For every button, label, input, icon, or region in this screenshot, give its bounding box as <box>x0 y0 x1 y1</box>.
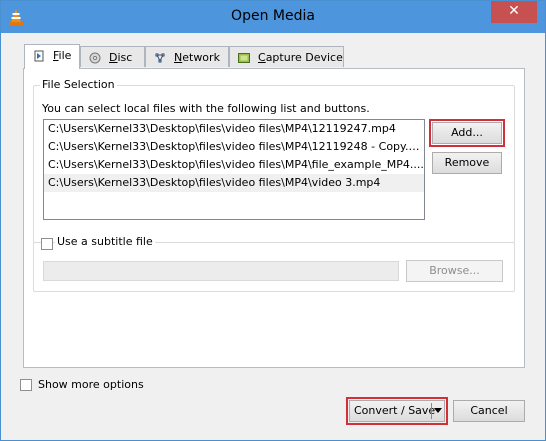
convert-dropdown-divider <box>431 403 432 419</box>
show-more-options-checkbox[interactable] <box>20 379 32 391</box>
remove-button[interactable]: Remove <box>432 152 502 174</box>
file-selection-title: File Selection <box>40 78 117 91</box>
convert-save-button[interactable]: Convert / Save <box>346 397 448 425</box>
list-item[interactable]: C:\Users\Kernel33\Desktop\files\video fi… <box>44 138 424 156</box>
disc-icon <box>89 52 101 64</box>
file-tab-panel: File Selection You can select local file… <box>23 68 525 368</box>
subtitle-checkbox[interactable] <box>41 238 53 250</box>
tab-network-label: Network <box>174 51 220 64</box>
close-button[interactable]: ✕ <box>491 1 537 23</box>
add-button[interactable]: Add... <box>429 119 505 147</box>
show-more-options-label[interactable]: Show more options <box>38 378 144 391</box>
tab-network[interactable]: Network <box>145 46 229 67</box>
list-item[interactable]: C:\Users\Kernel33\Desktop\files\video fi… <box>44 120 424 138</box>
file-selection-group: File Selection You can select local file… <box>33 78 515 243</box>
tab-file-label: File <box>53 49 72 62</box>
tab-capture-device-label: Capture Device <box>258 51 343 64</box>
list-item[interactable]: C:\Users\Kernel33\Desktop\files\video fi… <box>44 156 424 174</box>
tab-disc-label: Disc <box>109 51 133 64</box>
file-selection-description: You can select local files with the foll… <box>42 102 370 115</box>
open-media-dialog: Open Media ✕ File Disc Network Capture D… <box>0 0 546 441</box>
capture-device-icon <box>238 53 250 63</box>
convert-save-label: Convert / Save <box>354 404 436 417</box>
tab-file[interactable]: File <box>24 44 80 69</box>
subtitle-checkbox-label[interactable]: Use a subtitle file <box>55 235 155 248</box>
file-icon <box>34 50 44 62</box>
tab-capture-device[interactable]: Capture Device <box>229 46 344 67</box>
title-bar[interactable]: Open Media ✕ <box>1 1 545 33</box>
cancel-button[interactable]: Cancel <box>453 400 525 422</box>
tab-disc[interactable]: Disc <box>80 46 145 67</box>
subtitle-group: Use a subtitle file Browse... <box>33 235 515 292</box>
list-item[interactable]: C:\Users\Kernel33\Desktop\files\video fi… <box>44 174 424 192</box>
chevron-down-icon[interactable] <box>434 408 442 413</box>
window-title: Open Media <box>231 8 315 24</box>
browse-button: Browse... <box>406 260 503 282</box>
network-icon <box>155 53 165 63</box>
file-list[interactable]: C:\Users\Kernel33\Desktop\files\video fi… <box>43 119 425 220</box>
subtitle-file-input <box>43 261 399 281</box>
